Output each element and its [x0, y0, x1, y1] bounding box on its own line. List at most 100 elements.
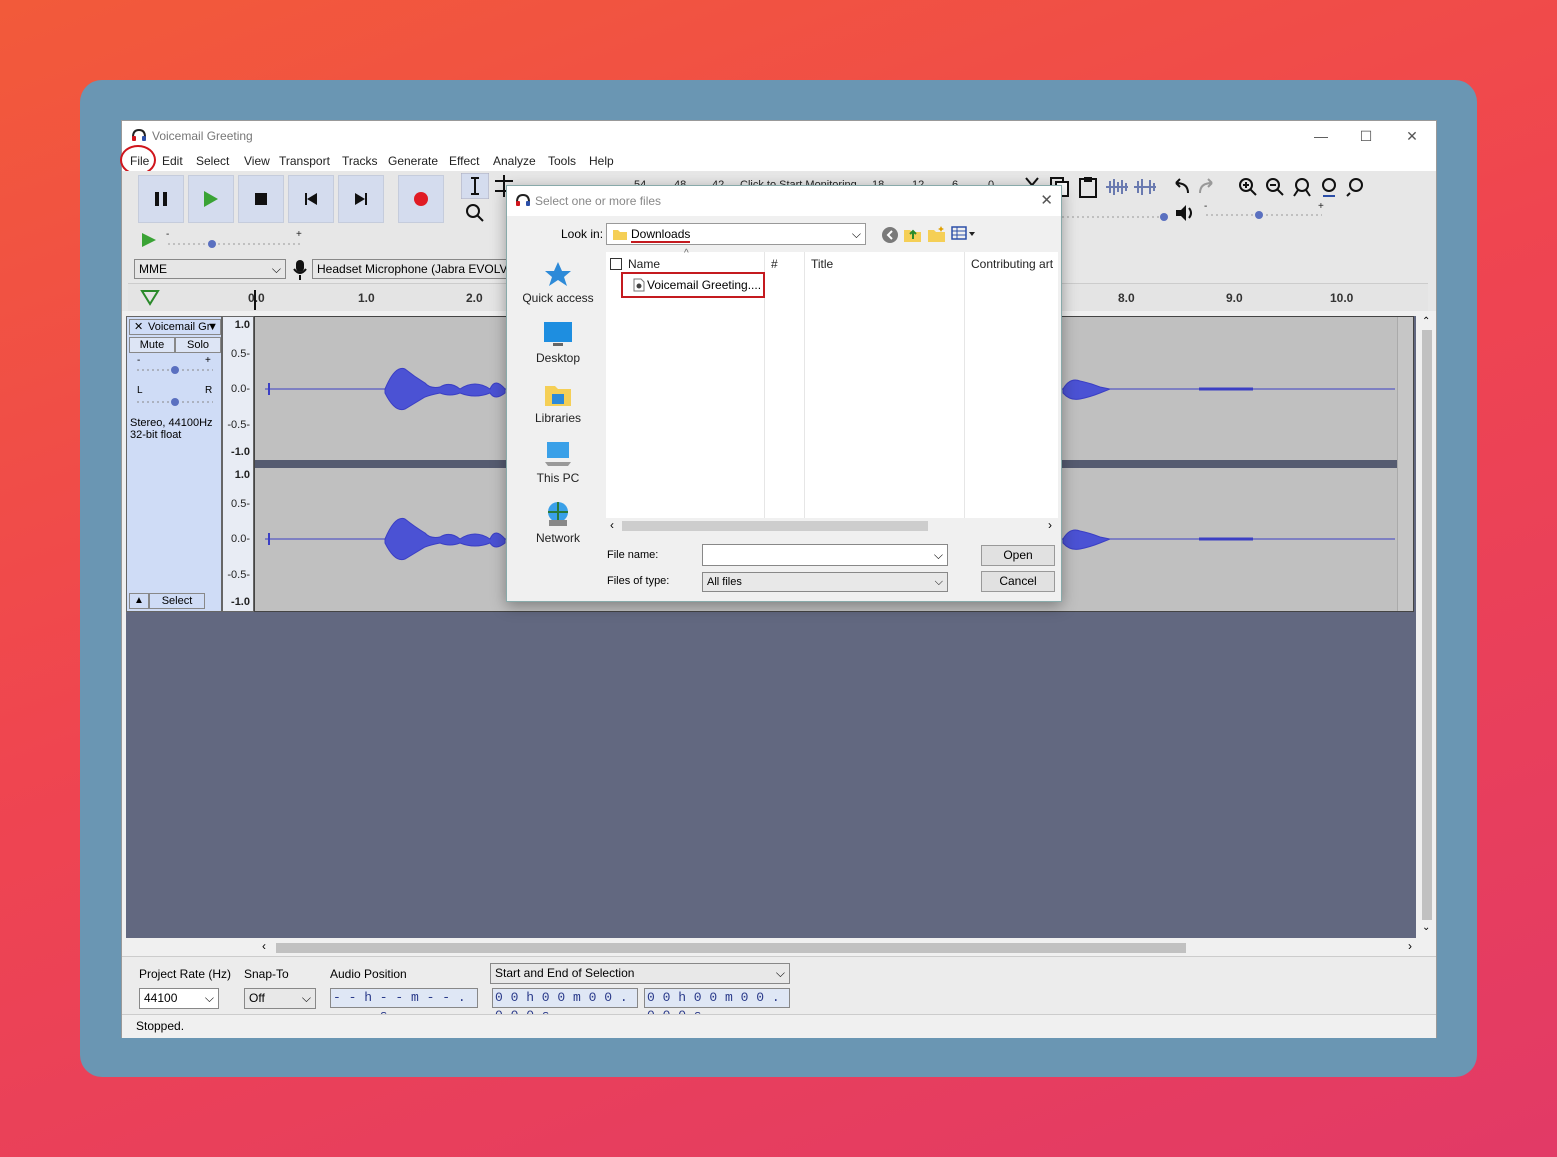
- zoom-toggle-icon[interactable]: [1344, 175, 1368, 199]
- track-name-menu[interactable]: ✕ Voicemail Gr ▼: [129, 319, 221, 335]
- project-rate-select[interactable]: 44100 ⌵: [139, 988, 219, 1009]
- scroll-left-icon[interactable]: ‹: [262, 939, 266, 953]
- selection-mode-select[interactable]: Start and End of Selection ⌵: [490, 963, 790, 984]
- collapse-track-icon[interactable]: ▲: [129, 593, 149, 609]
- pan-slider[interactable]: [137, 395, 213, 409]
- new-folder-icon[interactable]: [927, 224, 947, 244]
- audio-host-select[interactable]: MME ⌵: [134, 259, 286, 279]
- selection-toolbar: Project Rate (Hz) 44100 ⌵ Snap-To Off ⌵ …: [122, 956, 1436, 1023]
- timeline-pin-icon[interactable]: [140, 288, 160, 306]
- skip-to-end-button[interactable]: [338, 175, 384, 223]
- place-this-pc[interactable]: This PC: [511, 440, 605, 485]
- menu-tools[interactable]: Tools: [548, 154, 576, 168]
- svg-text:+: +: [1318, 201, 1324, 212]
- column-number[interactable]: #: [771, 257, 778, 271]
- pause-button[interactable]: [138, 175, 184, 223]
- place-libraries[interactable]: Libraries: [511, 380, 605, 425]
- view-menu-icon[interactable]: [951, 226, 979, 242]
- menu-edit[interactable]: Edit: [162, 154, 183, 168]
- file-list-scroll-thumb[interactable]: [622, 521, 928, 531]
- place-desktop[interactable]: Desktop: [511, 320, 605, 365]
- up-folder-icon[interactable]: [903, 224, 923, 244]
- menu-help[interactable]: Help: [589, 154, 614, 168]
- file-item-voicemail-greeting[interactable]: Voicemail Greeting....: [621, 272, 765, 298]
- chevron-down-icon: ⌵: [775, 966, 785, 980]
- scroll-left-icon[interactable]: ‹: [610, 518, 614, 532]
- horizontal-scroll-thumb[interactable]: [276, 943, 1186, 953]
- menu-effect[interactable]: Effect: [449, 154, 479, 168]
- open-file-dialog: Select one or more files ✕ Look in: Down…: [506, 185, 1062, 602]
- close-button[interactable]: ✕: [1397, 125, 1427, 147]
- trim-audio-icon[interactable]: [1104, 177, 1130, 197]
- silence-audio-icon[interactable]: [1132, 177, 1158, 197]
- column-title[interactable]: Title: [811, 257, 833, 271]
- zoom-tool-icon[interactable]: [463, 201, 487, 225]
- back-icon[interactable]: [881, 226, 899, 244]
- vertical-scroll-thumb[interactable]: [1422, 330, 1432, 920]
- fit-project-icon[interactable]: [1317, 175, 1341, 199]
- fit-selection-icon[interactable]: [1290, 175, 1314, 199]
- place-network[interactable]: Network: [511, 500, 605, 545]
- undo-icon[interactable]: [1168, 175, 1192, 199]
- menu-tracks[interactable]: Tracks: [342, 154, 378, 168]
- place-quick-access[interactable]: Quick access: [511, 260, 605, 305]
- selection-tool-icon[interactable]: [461, 173, 489, 199]
- maximize-button[interactable]: ☐: [1351, 125, 1381, 147]
- column-name[interactable]: Name: [628, 257, 660, 271]
- select-track-button[interactable]: Select: [149, 593, 205, 609]
- column-contributing-artists[interactable]: Contributing art: [971, 257, 1053, 271]
- scroll-right-icon[interactable]: ›: [1408, 939, 1412, 953]
- redo-icon[interactable]: [1196, 175, 1220, 199]
- playback-volume-slider-left[interactable]: [1062, 203, 1172, 223]
- file-list-hscroll[interactable]: ‹ ›: [606, 518, 1058, 534]
- solo-button[interactable]: Solo: [175, 337, 221, 353]
- play-button[interactable]: [188, 175, 234, 223]
- dialog-close-icon[interactable]: ✕: [1040, 191, 1053, 209]
- scroll-up-icon[interactable]: ⌃: [1422, 316, 1430, 327]
- snap-to-select[interactable]: Off ⌵: [244, 988, 316, 1009]
- mute-button[interactable]: Mute: [129, 337, 175, 353]
- look-in-select[interactable]: Downloads ⌵: [606, 223, 866, 245]
- record-button[interactable]: [398, 175, 444, 223]
- playback-volume-slider[interactable]: - +: [1204, 201, 1326, 223]
- skip-to-start-button[interactable]: [288, 175, 334, 223]
- selection-mode-value: Start and End of Selection: [495, 966, 635, 980]
- dialog-title: Select one or more files: [535, 194, 662, 208]
- close-track-icon[interactable]: ✕: [134, 320, 143, 334]
- menu-select[interactable]: Select: [196, 154, 229, 168]
- files-of-type-select[interactable]: All files ⌵: [702, 572, 948, 592]
- zoom-out-icon[interactable]: [1263, 175, 1287, 199]
- selection-start-field[interactable]: 0 0 h 0 0 m 0 0 . 0 0 0 s: [492, 988, 638, 1023]
- scroll-down-icon[interactable]: ⌄: [1422, 922, 1430, 933]
- file-name-input[interactable]: ⌵: [702, 544, 948, 566]
- minimize-button[interactable]: —: [1306, 125, 1336, 147]
- cancel-button[interactable]: Cancel: [981, 571, 1055, 592]
- stop-button[interactable]: [238, 175, 284, 223]
- play-speed-slider[interactable]: - +: [166, 229, 306, 251]
- chevron-down-icon: ⌵: [851, 227, 861, 241]
- paste-icon[interactable]: [1076, 175, 1100, 199]
- menu-generate[interactable]: Generate: [388, 154, 438, 168]
- scroll-right-icon[interactable]: ›: [1048, 518, 1052, 532]
- vertical-scrollbar[interactable]: ⌃ ⌄: [1420, 316, 1434, 936]
- audio-position-field[interactable]: - - h - - m - - . - - - s: [330, 988, 478, 1023]
- horizontal-scrollbar[interactable]: ‹ ›: [252, 939, 1412, 955]
- play-at-speed-icon[interactable]: [140, 231, 158, 249]
- zoom-in-icon[interactable]: [1236, 175, 1260, 199]
- select-all-checkbox[interactable]: [610, 258, 622, 270]
- gain-slider[interactable]: [137, 363, 213, 377]
- selection-end-field[interactable]: 0 0 h 0 0 m 0 0 . 0 0 0 s: [644, 988, 790, 1023]
- open-button[interactable]: Open: [981, 545, 1055, 566]
- track-format-info: Stereo, 44100Hz 32-bit float: [130, 417, 213, 441]
- column-separator: [964, 252, 965, 518]
- snap-to-label: Snap-To: [244, 967, 289, 981]
- svg-text:+: +: [296, 229, 302, 240]
- input-device-select[interactable]: Headset Microphone (Jabra EVOLV: [312, 259, 512, 279]
- menu-bar: File Edit Select View Transport Tracks G…: [120, 145, 1436, 175]
- libraries-icon: [545, 386, 571, 406]
- chevron-down-icon: ⌵: [934, 576, 943, 588]
- menu-analyze[interactable]: Analyze: [493, 154, 536, 168]
- menu-view[interactable]: View: [244, 154, 270, 168]
- menu-transport[interactable]: Transport: [279, 154, 330, 168]
- file-list-view[interactable]: ^ Name # Title Contributing art Voicemai…: [606, 248, 1058, 534]
